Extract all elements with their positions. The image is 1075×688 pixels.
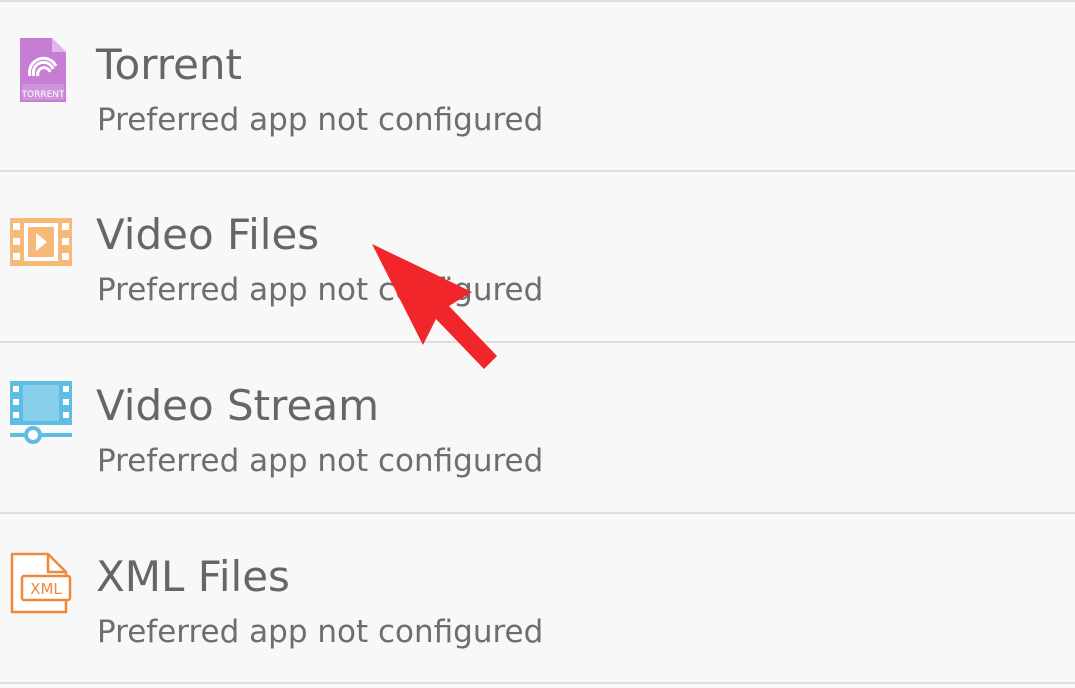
list-item-title: XML Files <box>96 552 290 601</box>
list-item-title: Torrent <box>96 40 243 89</box>
list-item-subtitle: Preferred app not configured <box>97 102 544 138</box>
video-stream-icon <box>8 377 74 447</box>
list-item-video-files[interactable]: Video Files Preferred app not configured <box>0 170 1075 339</box>
torrent-icon-label: TORRENT <box>20 90 65 100</box>
list-item-title: Video Files <box>96 210 320 259</box>
list-item-xml-files[interactable]: XML XML Files Preferred app not configur… <box>0 512 1075 681</box>
list-item-subtitle: Preferred app not configured <box>97 614 544 650</box>
torrent-file-icon: TORRENT <box>8 36 74 106</box>
file-type-list: TORRENT Torrent Preferred app not config… <box>0 0 1075 688</box>
list-item-subtitle: Preferred app not configured <box>97 443 544 479</box>
list-divider <box>0 682 1075 684</box>
xml-icon-label: XML <box>30 580 62 598</box>
list-item-title: Video Stream <box>96 381 379 430</box>
list-item-video-stream[interactable]: Video Stream Preferred app not configure… <box>0 341 1075 510</box>
pointer-arrow-icon <box>360 230 510 380</box>
list-item-torrent[interactable]: TORRENT Torrent Preferred app not config… <box>0 0 1075 169</box>
xml-file-icon: XML <box>8 548 74 618</box>
video-film-icon <box>8 206 74 276</box>
